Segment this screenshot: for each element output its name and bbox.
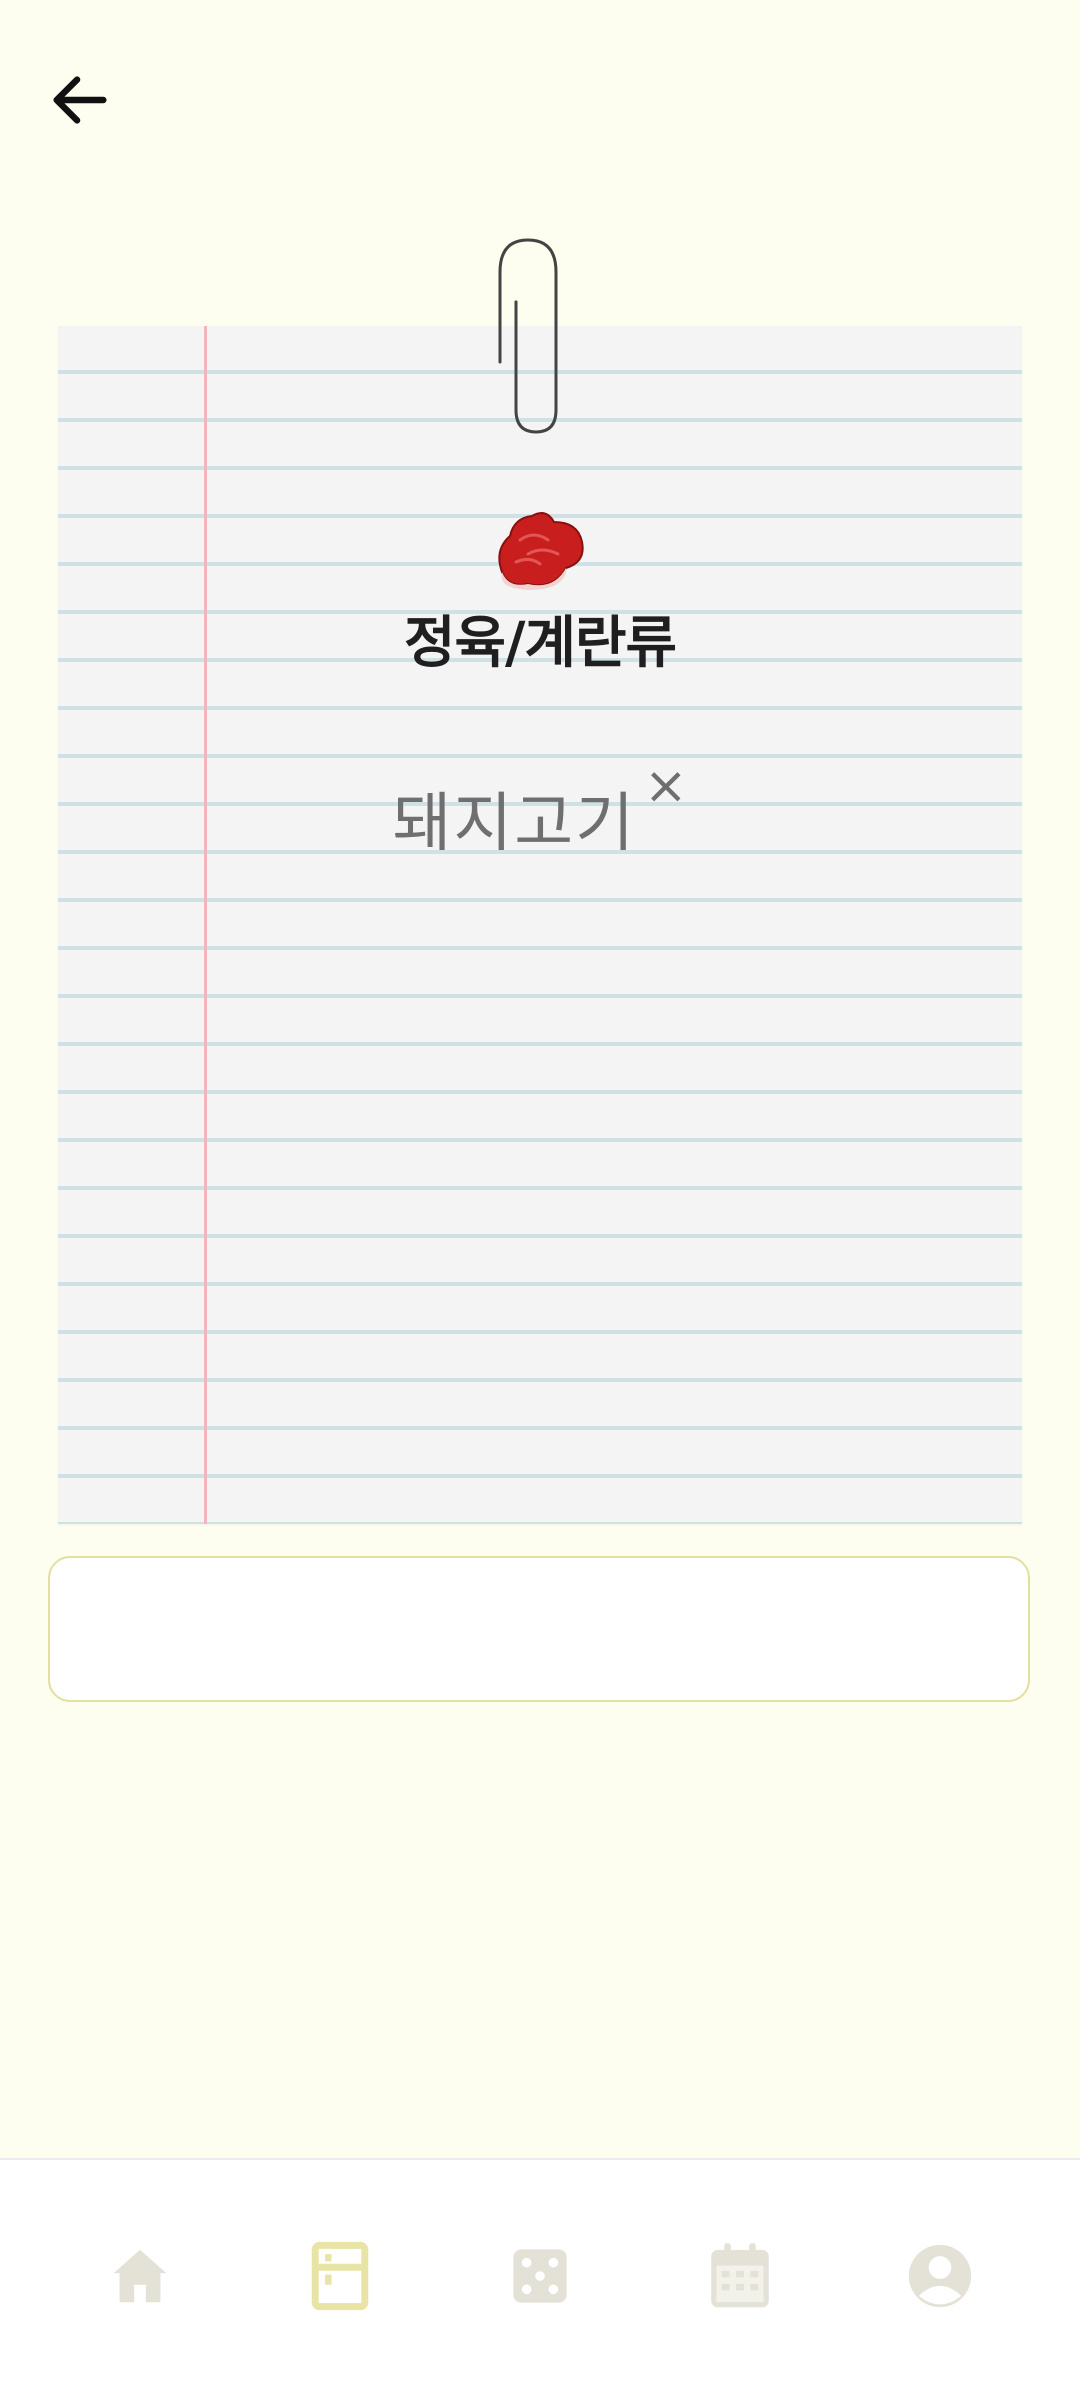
home-icon	[113, 2249, 167, 2303]
bottom-nav	[0, 2158, 1080, 2392]
back-button[interactable]	[40, 60, 120, 140]
ingredient-input[interactable]	[48, 1556, 1030, 1702]
nav-dice[interactable]	[480, 2216, 600, 2336]
profile-icon	[908, 2244, 972, 2308]
dice-icon	[513, 2249, 567, 2303]
item-label: 돼지고기	[392, 787, 636, 861]
calendar-icon	[711, 2243, 769, 2308]
category-title: 정육/계란류	[403, 611, 677, 676]
nav-home[interactable]	[80, 2216, 200, 2336]
margin-line	[204, 326, 207, 1524]
arrow-left-icon	[53, 76, 107, 124]
remove-item-button[interactable]: ×	[644, 760, 688, 812]
paperclip-icon	[498, 238, 558, 434]
nav-calendar[interactable]	[680, 2216, 800, 2336]
list-item: 돼지고기 ×	[0, 760, 1080, 864]
nav-profile[interactable]	[880, 2216, 1000, 2336]
nav-fridge[interactable]	[280, 2216, 400, 2336]
meat-steak-icon	[498, 512, 584, 590]
fridge-icon	[311, 2241, 369, 2311]
